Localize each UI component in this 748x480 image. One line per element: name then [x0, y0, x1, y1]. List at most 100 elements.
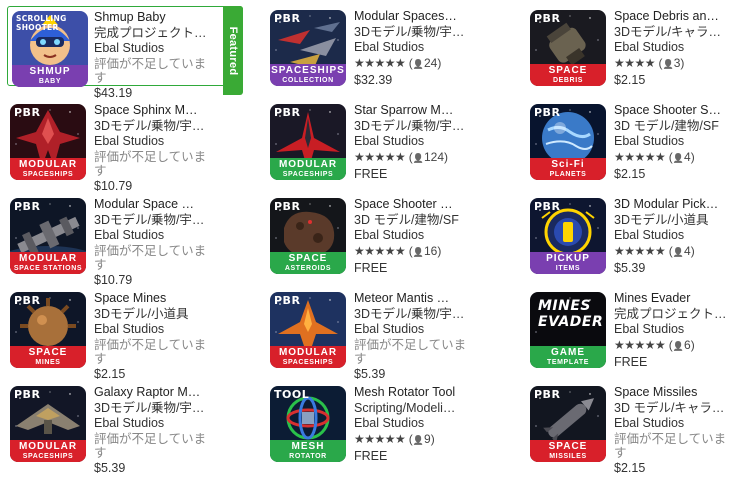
- asset-title[interactable]: Galaxy Raptor M…: [94, 385, 214, 401]
- asset-card[interactable]: PBR PICKUP ITEMS 3D Modular Pick… 3Dモデル/小道具 E…: [530, 197, 748, 286]
- no-rating-text: 評価が不足していま: [614, 431, 727, 446]
- banner-subtitle: SPACE STATIONS: [13, 265, 83, 272]
- asset-price: $10.79: [94, 272, 133, 287]
- asset-category[interactable]: 3Dモデル/乗物/宇…: [354, 307, 474, 323]
- asset-card[interactable]: PBR SPACESHIPS COLLECTION Modular Spaces… 3D…: [270, 9, 510, 98]
- asset-info: Space Shooter S… 3D モデル/建物/SF Ebal Studios…: [614, 103, 734, 183]
- asset-publisher[interactable]: Ebal Studios: [614, 416, 734, 432]
- asset-title[interactable]: Star Sparrow M…: [354, 103, 474, 119]
- asset-card[interactable]: PBR SPACE MISSILES Space Missiles 3D モデル/キャラ…: [530, 385, 748, 475]
- paren-close: ): [690, 149, 695, 164]
- asset-category[interactable]: 3D モデル/建物/SF: [614, 119, 734, 135]
- asset-title[interactable]: Space Shooter …: [354, 197, 474, 213]
- asset-thumbnail[interactable]: PBR SPACE DEBRIS: [530, 10, 606, 86]
- asset-publisher[interactable]: Ebal Studios: [94, 322, 214, 338]
- asset-title[interactable]: Modular Space …: [94, 197, 214, 213]
- asset-thumbnail[interactable]: PBR Sci-Fi PLANETS: [530, 104, 606, 180]
- asset-card[interactable]: PBR Sci-Fi PLANETS Space Shooter S… 3D モデル/建…: [530, 103, 748, 192]
- thumbnail-banner: SHMUP BABY: [12, 65, 88, 87]
- asset-card[interactable]: PBR SPACE ASTEROIDS Space Shooter … 3D モデル/建…: [270, 197, 510, 286]
- asset-thumbnail[interactable]: PBR PICKUP ITEMS: [530, 198, 606, 274]
- logo-text-line2: EVADER: [538, 314, 604, 330]
- asset-publisher[interactable]: Ebal Studios: [354, 228, 474, 244]
- asset-thumbnail[interactable]: PBR SPACE ASTEROIDS: [270, 198, 346, 274]
- asset-title[interactable]: Mesh Rotator Tool: [354, 385, 474, 401]
- asset-thumbnail[interactable]: PBR MODULAR SPACESHIPS: [10, 386, 86, 462]
- rating-count: (👤6): [669, 338, 695, 352]
- asset-price: $2.15: [614, 167, 646, 181]
- asset-title[interactable]: Shmup Baby: [94, 10, 214, 26]
- asset-category[interactable]: 完成プロジェクト…: [94, 26, 214, 42]
- asset-publisher[interactable]: Ebal Studios: [94, 416, 214, 432]
- asset-category[interactable]: 3D モデル/建物/SF: [354, 213, 474, 229]
- asset-card[interactable]: PBR SPACE MINES Space Mines 3Dモデル/小道具 Ebal St…: [10, 291, 250, 381]
- asset-category[interactable]: 3Dモデル/乗物/宇…: [354, 25, 474, 41]
- user-icon: 👤: [412, 434, 424, 445]
- asset-thumbnail[interactable]: SCROLLING SHOOTER SHMUP BABY: [12, 11, 88, 87]
- asset-card[interactable]: MINES EVADER GAME TEMPLATE Mines Evader 完成プロジ…: [530, 291, 748, 380]
- asset-publisher[interactable]: Ebal Studios: [354, 134, 474, 150]
- asset-title[interactable]: Space Missiles: [614, 385, 734, 401]
- asset-thumbnail[interactable]: PBR SPACESHIPS COLLECTION: [270, 10, 346, 86]
- asset-category[interactable]: 3Dモデル/乗物/宇…: [354, 119, 474, 135]
- asset-publisher[interactable]: Ebal Studios: [94, 41, 214, 57]
- asset-thumbnail[interactable]: PBR SPACE MISSILES: [530, 386, 606, 462]
- asset-title[interactable]: Space Mines: [94, 291, 214, 307]
- asset-title[interactable]: 3D Modular Pick…: [614, 197, 734, 213]
- no-rating-text: 評価が不足していま: [94, 149, 207, 164]
- asset-category[interactable]: 完成プロジェクト…: [614, 307, 734, 323]
- no-rating-text: 評価が不足していま: [94, 431, 207, 446]
- asset-thumbnail[interactable]: PBR MODULAR SPACESHIPS: [270, 104, 346, 180]
- asset-title[interactable]: Space Shooter S…: [614, 103, 734, 119]
- thumbnail-badge: PBR: [534, 12, 561, 25]
- asset-card[interactable]: PBR MODULAR SPACESHIPS Space Sphinx M… 3Dモデル…: [10, 103, 250, 193]
- asset-category[interactable]: 3Dモデル/小道具: [94, 307, 214, 323]
- thumbnail-badge: PBR: [14, 388, 41, 401]
- asset-publisher[interactable]: Ebal Studios: [354, 40, 474, 56]
- no-rating-text-cont: す: [354, 352, 367, 366]
- asset-card[interactable]: PBR MODULAR SPACESHIPS Meteor Mantis … 3Dモデル…: [270, 291, 510, 381]
- asset-category[interactable]: 3Dモデル/乗物/宇…: [94, 213, 214, 229]
- asset-publisher[interactable]: Ebal Studios: [94, 228, 214, 244]
- asset-category[interactable]: Scripting/Modeli…: [354, 401, 474, 417]
- asset-price: $32.39: [354, 73, 393, 87]
- user-icon: 👤: [672, 340, 684, 351]
- asset-card[interactable]: Featured SCROLLING SHOOTER SHMUP BABY Shmup …: [7, 6, 243, 100]
- asset-publisher[interactable]: Ebal Studios: [614, 134, 734, 150]
- asset-card[interactable]: PBR MODULAR SPACESHIPS Star Sparrow M… 3Dモデル…: [270, 103, 510, 192]
- asset-card[interactable]: PBR MODULAR SPACE STATIONS Modular Space … 3…: [10, 197, 250, 287]
- asset-category[interactable]: 3Dモデル/乗物/宇…: [94, 401, 214, 417]
- asset-info: Galaxy Raptor M… 3Dモデル/乗物/宇… Ebal Studios 評…: [94, 385, 214, 476]
- thumbnail-banner: SPACE MISSILES: [530, 440, 606, 462]
- asset-card[interactable]: PBR SPACE DEBRIS Space Debris an… 3Dモデル/キャラ……: [530, 9, 748, 98]
- banner-subtitle: DEBRIS: [552, 77, 584, 84]
- asset-title[interactable]: Space Debris an…: [614, 9, 734, 25]
- asset-title[interactable]: Mines Evader: [614, 291, 734, 307]
- asset-publisher[interactable]: Ebal Studios: [94, 134, 214, 150]
- asset-thumbnail[interactable]: TOOL MESH ROTATOR: [270, 386, 346, 462]
- asset-category[interactable]: 3Dモデル/乗物/宇…: [94, 119, 214, 135]
- asset-category[interactable]: 3Dモデル/キャラ…: [614, 25, 734, 41]
- asset-thumbnail[interactable]: MINES EVADER GAME TEMPLATE: [530, 292, 606, 368]
- asset-thumbnail[interactable]: PBR MODULAR SPACE STATIONS: [10, 198, 86, 274]
- asset-publisher[interactable]: Ebal Studios: [354, 416, 474, 432]
- asset-price: $5.39: [94, 460, 126, 475]
- asset-title[interactable]: Modular Spaces…: [354, 9, 474, 25]
- asset-thumbnail[interactable]: PBR SPACE MINES: [10, 292, 86, 368]
- asset-publisher[interactable]: Ebal Studios: [354, 322, 474, 338]
- thumbnail-banner: SPACE MINES: [10, 346, 86, 368]
- banner-subtitle: SPACESHIPS: [22, 453, 74, 460]
- asset-title[interactable]: Space Sphinx M…: [94, 103, 214, 119]
- asset-category[interactable]: 3Dモデル/小道具: [614, 213, 734, 229]
- asset-title[interactable]: Meteor Mantis …: [354, 291, 474, 307]
- asset-publisher[interactable]: Ebal Studios: [614, 228, 734, 244]
- asset-category[interactable]: 3D モデル/キャラ…: [614, 401, 734, 417]
- asset-publisher[interactable]: Ebal Studios: [614, 40, 734, 56]
- asset-card[interactable]: PBR MODULAR SPACESHIPS Galaxy Raptor M… 3Dモデ…: [10, 385, 250, 476]
- asset-publisher[interactable]: Ebal Studios: [614, 322, 734, 338]
- asset-thumbnail[interactable]: PBR MODULAR SPACESHIPS: [10, 104, 86, 180]
- thumbnail-badge: PBR: [14, 106, 41, 119]
- asset-thumbnail[interactable]: PBR MODULAR SPACESHIPS: [270, 292, 346, 368]
- asset-card[interactable]: TOOL MESH ROTATOR Mesh Rotator Tool Scriptin…: [270, 385, 510, 474]
- asset-price: $2.15: [614, 73, 646, 87]
